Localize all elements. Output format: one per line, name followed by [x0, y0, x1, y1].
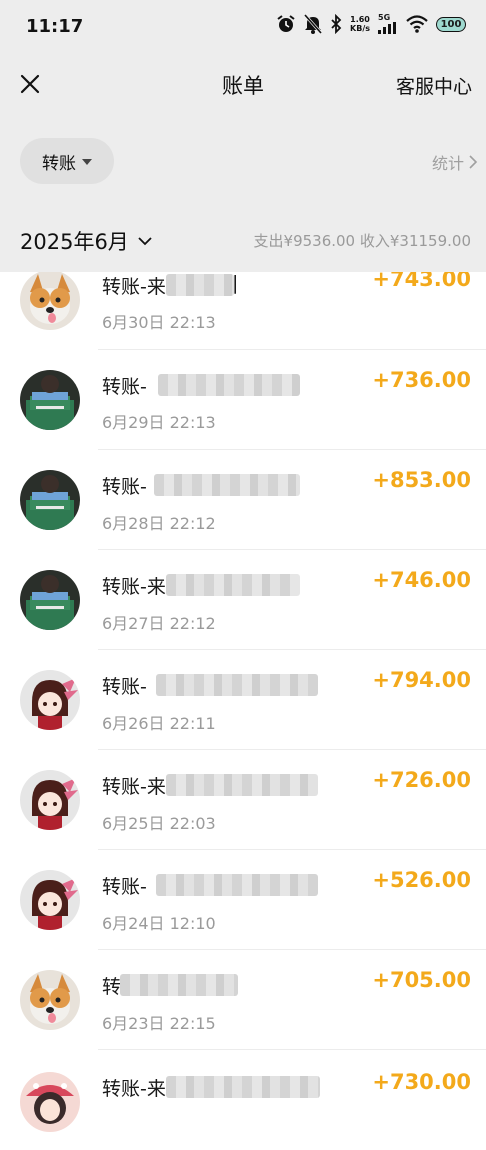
transaction-date: 6月28日 22:12: [102, 514, 216, 533]
transaction-title: 转账-: [102, 676, 147, 698]
chevron-down-icon: [138, 237, 152, 246]
alarm-icon: [276, 14, 296, 34]
filter-chip-label: 转账: [42, 153, 76, 174]
nav-bar: 账单 客服中心: [0, 56, 486, 114]
net-speed: 1.60 KB/s: [350, 15, 370, 33]
masked-name: [156, 874, 318, 896]
signal-icon: 5G: [378, 14, 398, 34]
masked-name: [166, 774, 318, 796]
transaction-date: 6月26日 22:11: [102, 714, 216, 733]
network-type: 5G: [378, 13, 391, 22]
wifi-icon: [406, 15, 428, 33]
transaction-row[interactable]: 转账- 6月29日 22:13 +736.00: [0, 350, 486, 450]
net-speed-value: 1.60: [350, 15, 370, 24]
transaction-amount: +705.00: [372, 968, 471, 992]
net-speed-unit: KB/s: [350, 24, 370, 33]
transaction-title: 转账-来: [102, 276, 166, 298]
transaction-row[interactable]: 转账-来 +730.00: [0, 1050, 486, 1150]
mute-icon: [304, 14, 323, 34]
transaction-amount: +794.00: [372, 668, 471, 692]
masked-name: [166, 1076, 320, 1098]
dog-avatar: [20, 270, 80, 330]
transaction-title: 转账-: [102, 376, 147, 398]
transaction-amount: +746.00: [372, 568, 471, 592]
transaction-amount: +726.00: [372, 768, 471, 792]
bill-header: 11:17 1.60 KB/s 5G 100 账单 客服中心 转账 统计 202…: [0, 0, 486, 272]
customer-service-link[interactable]: 客服中心: [396, 72, 472, 99]
transaction-amount: +730.00: [372, 1070, 471, 1094]
anime-girl-avatar: [20, 870, 80, 930]
masked-name: [156, 674, 318, 696]
girl-hat-avatar: [20, 1072, 80, 1132]
anime-girl-avatar: [20, 770, 80, 830]
transaction-title: 转账-来: [102, 1078, 166, 1100]
status-bar: 11:17 1.60 KB/s 5G 100: [0, 0, 486, 56]
statistics-link[interactable]: 统计: [432, 150, 478, 174]
month-label: 2025年6月: [20, 230, 129, 254]
transaction-amount: +853.00: [372, 468, 471, 492]
transaction-row[interactable]: 转账-来 6月25日 22:03 +726.00: [0, 750, 486, 850]
transaction-date: 6月23日 22:15: [102, 1014, 216, 1033]
transaction-date: 6月25日 22:03: [102, 814, 216, 833]
transaction-date: 6月29日 22:13: [102, 413, 216, 432]
transaction-row[interactable]: 转账- 6月24日 12:10 +526.00: [0, 850, 486, 950]
month-selector[interactable]: 2025年6月: [20, 226, 153, 256]
transaction-amount: +736.00: [372, 368, 471, 392]
bluetooth-icon: [330, 14, 342, 34]
person-green-avatar: [20, 570, 80, 630]
transaction-title: 转: [102, 976, 122, 998]
transaction-date: 6月27日 22:12: [102, 614, 216, 633]
chevron-right-icon: [469, 155, 478, 169]
dog-avatar: [20, 970, 80, 1030]
person-green-avatar: [20, 470, 80, 530]
masked-name: [154, 474, 300, 496]
statistics-label: 统计: [431, 154, 464, 173]
transaction-title: 转账-: [102, 476, 147, 498]
transaction-row[interactable]: 转账-来 6月27日 22:12 +746.00: [0, 550, 486, 650]
transaction-row[interactable]: 转 6月23日 22:15 +705.00: [0, 950, 486, 1050]
masked-name: [166, 274, 234, 296]
status-time: 11:17: [26, 16, 84, 37]
battery-indicator: 100: [436, 16, 466, 32]
transaction-title: 转账-: [102, 876, 147, 898]
transaction-title-tail: |: [232, 272, 239, 294]
masked-name: [158, 374, 300, 396]
transaction-title: 转账-来: [102, 576, 166, 598]
masked-name: [120, 974, 238, 996]
transaction-date: 6月24日 12:10: [102, 914, 216, 933]
person-green-avatar: [20, 370, 80, 430]
month-summary: 支出¥9536.00 收入¥31159.00: [253, 232, 471, 250]
transaction-row[interactable]: 转账- 6月28日 22:12 +853.00: [0, 450, 486, 550]
transaction-title: 转账-来: [102, 776, 166, 798]
masked-name: [166, 574, 300, 596]
caret-down-icon: [82, 159, 92, 165]
status-icons: 1.60 KB/s 5G 100: [276, 14, 466, 34]
anime-girl-avatar: [20, 670, 80, 730]
transaction-date: 6月30日 22:13: [102, 313, 216, 332]
transaction-row[interactable]: 转账- 6月26日 22:11 +794.00: [0, 650, 486, 750]
transfer-filter-chip[interactable]: 转账: [20, 138, 114, 184]
transaction-amount: +526.00: [372, 868, 471, 892]
